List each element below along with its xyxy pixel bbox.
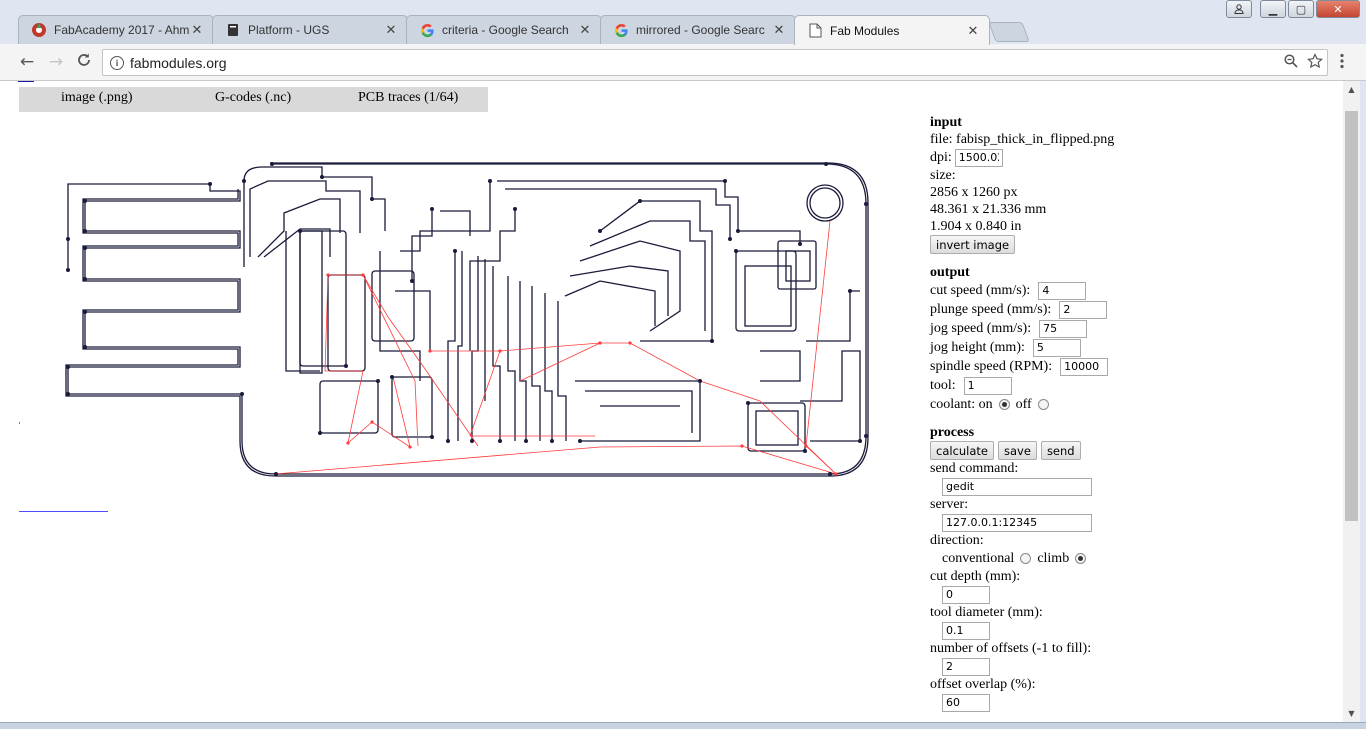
page-icon (807, 23, 823, 39)
conventional-radio[interactable] (1020, 553, 1032, 564)
tab-close-icon[interactable]: ✕ (965, 23, 981, 39)
plunge-speed-field[interactable] (1059, 300, 1108, 319)
tab-title: Fab Modules (830, 23, 900, 38)
scrollbar-thumb[interactable] (1345, 111, 1358, 521)
tab-close-icon[interactable]: ✕ (383, 22, 399, 38)
tool-diameter-field[interactable] (942, 621, 990, 640)
fabacademy-icon (31, 22, 47, 38)
output-heading: output (930, 265, 970, 280)
jog-speed-field[interactable] (1039, 319, 1088, 338)
toolpath-outline (65, 162, 869, 477)
toolpath-jog-moves (274, 220, 837, 475)
page-viewport: image (.png) G-codes (.nc) PCB traces (1… (0, 81, 1343, 722)
cut-depth-field[interactable] (942, 585, 990, 604)
server-field[interactable] (942, 513, 1092, 532)
plunge-speed-label: plunge speed (mm/s): (930, 302, 1052, 317)
offsets-label: number of offsets (-1 to fill): (930, 641, 1092, 656)
coolant-label: coolant: on (930, 397, 993, 412)
offsets-field[interactable] (942, 657, 990, 676)
cut-depth-label: cut depth (mm): (930, 569, 1021, 584)
url-text[interactable]: fabmodules.org (130, 55, 1279, 71)
tool-diameter-label: tool diameter (mm): (930, 605, 1043, 620)
coolant-off-radio[interactable] (1037, 399, 1049, 410)
dpi-field[interactable] (954, 148, 1003, 167)
size-label: size: (930, 168, 956, 183)
invert-image-button[interactable]: invert image (930, 235, 1016, 254)
tab-strip: FabAcademy 2017 - Ahm ✕ Platform - UGS ✕… (0, 0, 1366, 45)
size-in: 1.904 x 0.840 in (930, 219, 1022, 234)
tab-close-icon[interactable]: ✕ (189, 22, 205, 38)
tab-close-icon[interactable]: ✕ (577, 22, 593, 38)
dpi-label: dpi: (930, 150, 952, 165)
book-icon (225, 22, 241, 38)
window-border (1360, 81, 1366, 722)
size-mm: 48.361 x 21.336 mm (930, 202, 1047, 217)
origin-x-axis (19, 511, 108, 512)
tab-title: Platform - UGS (248, 23, 330, 37)
offset-overlap-label: offset overlap (%): (930, 677, 1036, 692)
settings-panel: input file: fabisp_thick_in_flipped.png … (930, 114, 1330, 712)
tab-platform-ugs[interactable]: Platform - UGS ✕ (212, 15, 408, 44)
jog-height-field[interactable] (1032, 338, 1081, 357)
scroll-down-icon[interactable]: ▼ (1343, 705, 1360, 722)
calculate-button[interactable]: calculate (930, 441, 995, 460)
window-controls: ▁ ▢ ✕ (1226, 0, 1360, 18)
input-file: file: fabisp_thick_in_flipped.png (930, 132, 1115, 147)
offset-overlap-field[interactable] (942, 693, 990, 712)
address-bar[interactable]: i fabmodules.org (102, 49, 1328, 76)
climb-label: climb (1037, 551, 1070, 566)
tab-fabacademy[interactable]: FabAcademy 2017 - Ahm ✕ (18, 15, 214, 44)
coolant-on-radio[interactable] (998, 399, 1010, 410)
origin-y-axis (19, 422, 20, 424)
user-profile-icon[interactable] (1226, 0, 1252, 18)
spindle-speed-field[interactable] (1060, 357, 1109, 376)
maximize-button[interactable]: ▢ (1288, 0, 1314, 18)
size-px: 2856 x 1260 px (930, 185, 1018, 200)
input-heading: input (930, 115, 962, 130)
coolant-off-label: off (1015, 397, 1032, 412)
cut-speed-field[interactable] (1038, 281, 1087, 300)
tab-title: criteria - Google Search (442, 23, 569, 37)
vertical-scrollbar[interactable]: ▲ ▼ (1343, 81, 1360, 722)
browser-menu-icon[interactable] (1334, 53, 1350, 73)
send-button[interactable]: send (1040, 441, 1081, 460)
tab-title: FabAcademy 2017 - Ahm (54, 23, 189, 37)
server-label: server: (930, 497, 969, 512)
minimize-button[interactable]: ▁ (1260, 0, 1286, 18)
tab-criteria-search[interactable]: criteria - Google Search ✕ (406, 15, 602, 44)
site-info-icon[interactable]: i (110, 55, 124, 70)
conventional-label: conventional (942, 551, 1015, 566)
back-arrow-icon[interactable]: ← (16, 52, 38, 74)
send-command-label: send command: (930, 461, 1019, 476)
reload-icon[interactable] (73, 52, 95, 74)
save-button[interactable]: save (998, 441, 1037, 460)
close-window-button[interactable]: ✕ (1316, 0, 1360, 18)
zoom-icon[interactable] (1279, 53, 1303, 72)
bookmark-star-icon[interactable] (1303, 52, 1327, 73)
process-heading: process (930, 425, 975, 440)
jog-height-label: jog height (mm): (930, 340, 1025, 355)
new-tab-button[interactable] (988, 22, 1030, 42)
browser-toolbar: ← → i fabmodules.org (0, 44, 1366, 81)
tab-mirrored-search[interactable]: mirrored - Google Searc ✕ (600, 15, 796, 44)
spindle-speed-label: spindle speed (RPM): (930, 359, 1053, 374)
toolpath-preview (65, 162, 869, 477)
taskbar-edge (0, 722, 1366, 729)
google-icon (419, 22, 435, 38)
send-command-field[interactable] (942, 477, 1092, 496)
tool-label: tool: (930, 378, 956, 393)
tab-fab-modules[interactable]: Fab Modules ✕ (794, 15, 990, 45)
tab-title: mirrored - Google Searc (636, 23, 765, 37)
forward-arrow-icon[interactable]: → (45, 52, 67, 74)
cut-speed-label: cut speed (mm/s): (930, 283, 1031, 298)
google-icon (613, 22, 629, 38)
tab-close-icon[interactable]: ✕ (771, 22, 787, 38)
climb-radio[interactable] (1075, 553, 1087, 564)
scroll-up-icon[interactable]: ▲ (1343, 81, 1360, 98)
tool-field[interactable] (963, 376, 1012, 395)
jog-speed-label: jog speed (mm/s): (930, 321, 1032, 336)
direction-label: direction: (930, 533, 984, 548)
